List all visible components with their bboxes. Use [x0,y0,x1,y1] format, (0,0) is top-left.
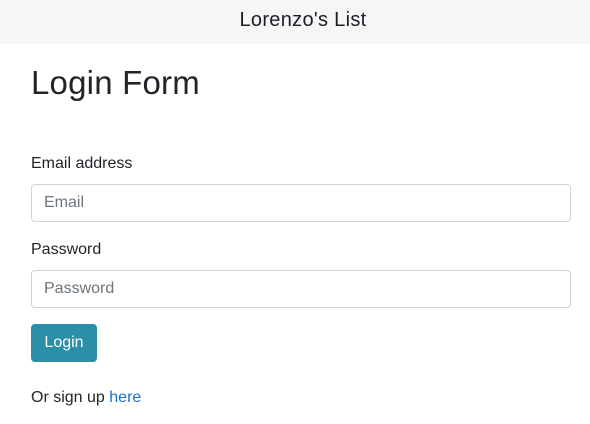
signup-prompt: Or sign up here [31,389,141,407]
signup-prefix-text: Or sign up [31,389,110,406]
navbar: Lorenzo's List [0,0,590,44]
page-title: Login Form [31,64,200,101]
email-field[interactable] [31,184,571,222]
login-button[interactable]: Login [31,324,97,362]
password-field[interactable] [31,270,571,308]
signup-link[interactable]: here [109,389,141,406]
navbar-brand[interactable]: Lorenzo's List [240,9,367,32]
email-label: Email address [31,155,133,172]
password-label: Password [31,241,102,258]
